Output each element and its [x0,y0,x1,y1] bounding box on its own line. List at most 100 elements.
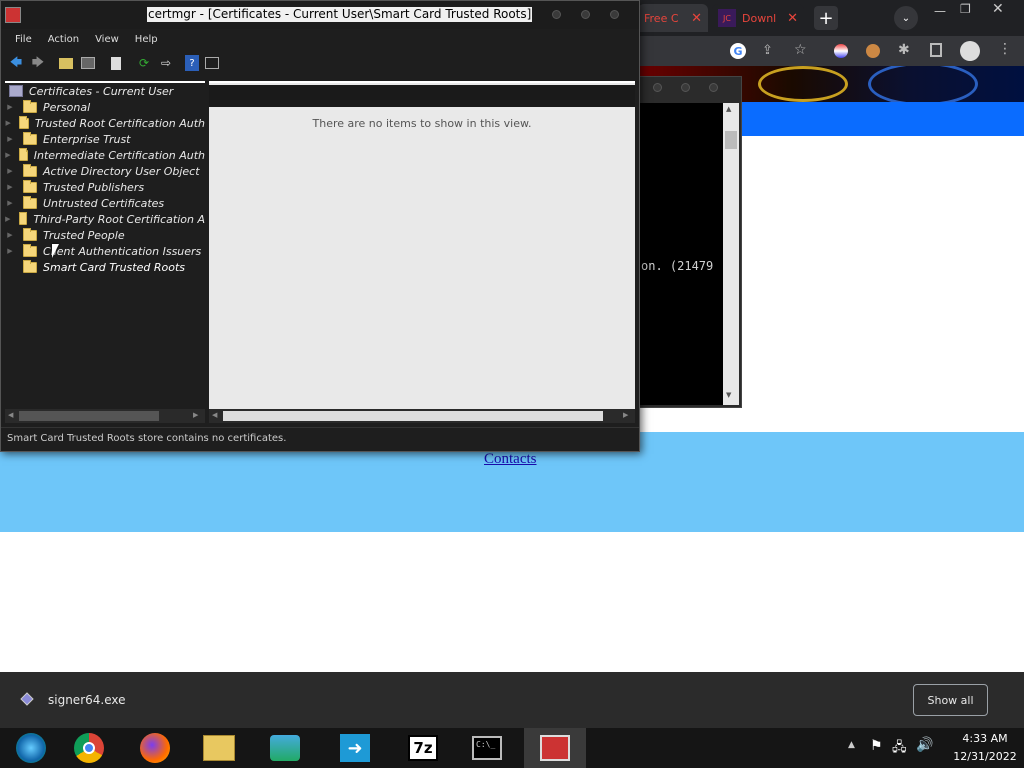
close-icon[interactable] [610,10,619,19]
more-menu-icon[interactable]: ⋮ [998,41,1012,57]
scroll-left-icon[interactable]: ◀ [212,411,217,419]
certmgr-app-icon[interactable] [5,7,21,23]
console-window[interactable]: on. (21479 ▲ ▼ [638,76,742,408]
expand-arrow-icon[interactable]: ▶ [5,151,11,159]
volume-icon[interactable]: 🔊 [916,737,933,753]
taskbar-7zip[interactable]: 7z [392,728,454,768]
export-list-icon[interactable]: ⇨ [157,54,175,72]
column-header[interactable] [209,85,635,107]
expand-arrow-icon[interactable]: ▶ [5,199,15,207]
tree-root[interactable]: Certificates - Current User [5,83,205,99]
browser-tab[interactable]: Free C ✕ [638,4,708,32]
tree-item[interactable]: Smart Card Trusted Roots [5,259,205,275]
scroll-down-icon[interactable]: ▼ [726,391,731,399]
tree-item[interactable]: ▶ Third-Party Root Certification A [5,211,205,227]
expand-arrow-icon[interactable]: ▶ [5,183,15,191]
extensions-puzzle-icon[interactable]: ✱ [898,42,910,58]
restore-icon[interactable]: ❐ [960,2,971,16]
expand-arrow-icon[interactable]: ▶ [5,231,15,239]
taskbar-firefox[interactable] [124,728,186,768]
download-filename[interactable]: signer64.exe [48,693,126,707]
scroll-thumb[interactable] [19,411,159,421]
google-icon[interactable]: G [730,43,746,59]
scroll-up-icon[interactable]: ▲ [726,105,731,113]
taskbar-media-center[interactable] [0,728,62,768]
taskbar-explorer[interactable] [188,728,250,768]
clock-date[interactable]: 12/31/2022 [945,750,1024,763]
network-icon [270,735,300,761]
scroll-left-icon[interactable]: ◀ [8,411,13,419]
title-bar[interactable]: certmgr - [Certificates - Current User\S… [1,1,639,29]
taskbar-transfer[interactable]: ➜ [324,728,386,768]
scroll-right-icon[interactable]: ▶ [623,411,628,419]
console-output[interactable]: on. (21479 [639,103,723,405]
network-tray-icon[interactable]: 🖧 [892,738,907,760]
taskbar-network[interactable] [254,728,316,768]
action-pane-icon[interactable] [203,54,221,72]
tree-pane[interactable]: Certificates - Current User ▶ Personal ▶ Tr… [5,81,205,409]
minimize-icon[interactable]: — [934,4,946,18]
back-arrow-icon[interactable]: 🡄 [7,54,25,72]
close-tab-icon[interactable]: ✕ [691,11,702,26]
tree-item[interactable]: ▶ Untrusted Certificates [5,195,205,211]
tree-item[interactable]: ▶ Client Authentication Issuers [5,243,205,259]
profile-avatar-icon[interactable] [960,41,980,61]
clock-time[interactable]: 4:33 AM [955,732,1015,745]
tree-item[interactable]: ▶ Enterprise Trust [5,131,205,147]
show-hidden-icons-icon[interactable]: ▲ [848,740,855,750]
window-title: certmgr - [Certificates - Current User\S… [147,7,533,22]
extension-icon[interactable] [834,44,848,58]
tree-item-label: Trusted Root Certification Auth [34,116,205,130]
window-button-icon[interactable] [709,83,718,92]
expand-arrow-icon[interactable]: ▶ [5,119,11,127]
maximize-icon[interactable] [581,10,590,19]
tree-item[interactable]: ▶ Active Directory User Object [5,163,205,179]
properties-icon[interactable] [107,54,125,72]
certmgr-window[interactable]: certmgr - [Certificates - Current User\S… [0,0,640,452]
tree-scrollbar[interactable]: ◀ ▶ [5,409,205,423]
window-button-icon[interactable] [653,83,662,92]
results-pane[interactable]: There are no items to show in this view. [209,81,635,409]
tree-item[interactable]: ▶ Personal [5,99,205,115]
tree-item[interactable]: ▶ Trusted People [5,227,205,243]
side-panel-icon[interactable] [930,43,942,57]
action-center-flag-icon[interactable]: ⚑ [870,738,883,754]
expand-arrow-icon[interactable]: ▶ [5,215,11,223]
taskbar-chrome[interactable] [58,728,120,768]
contacts-link[interactable]: Contacts [484,451,537,468]
expand-arrow-icon[interactable]: ▶ [5,167,15,175]
browser-tab[interactable]: JC Downl ✕ [712,4,804,32]
forward-arrow-icon[interactable]: 🡆 [29,54,47,72]
refresh-icon[interactable]: ⟳ [135,54,153,72]
tree-item[interactable]: ▶ Trusted Publishers [5,179,205,195]
close-window-icon[interactable]: ✕ [992,1,1004,17]
expand-arrow-icon[interactable]: ▶ [5,135,15,143]
help-icon[interactable]: ? [185,55,199,71]
up-folder-icon[interactable] [57,54,75,72]
window-button-icon[interactable] [681,83,690,92]
scroll-thumb[interactable] [223,411,603,421]
menu-file[interactable]: File [7,34,40,45]
expand-arrow-icon[interactable]: ▶ [5,103,15,111]
new-tab-icon[interactable]: + [814,6,838,30]
menu-help[interactable]: Help [127,34,166,45]
share-icon[interactable]: ⇪ [762,43,773,58]
console-scrollbar[interactable]: ▲ ▼ [723,103,739,405]
close-tab-icon[interactable]: ✕ [787,11,798,26]
show-all-button[interactable]: Show all [913,684,988,716]
tree-item[interactable]: ▶ Intermediate Certification Auth [5,147,205,163]
results-scrollbar[interactable]: ◀ ▶ [209,409,635,423]
menu-action[interactable]: Action [40,34,87,45]
scroll-thumb[interactable] [725,131,737,149]
expand-arrow-icon[interactable]: ▶ [5,247,15,255]
minimize-icon[interactable] [552,10,561,19]
tab-search-icon[interactable]: ⌄ [894,6,918,30]
bookmark-star-icon[interactable]: ☆ [794,42,807,58]
taskbar-cmd[interactable]: C:\_ [456,728,518,768]
menu-view[interactable]: View [87,34,127,45]
show-hide-tree-icon[interactable] [79,54,97,72]
scroll-right-icon[interactable]: ▶ [193,411,198,419]
taskbar-certmgr[interactable] [524,728,586,768]
tree-item[interactable]: ▶ Trusted Root Certification Auth [5,115,205,131]
extension-icon[interactable] [866,44,880,58]
